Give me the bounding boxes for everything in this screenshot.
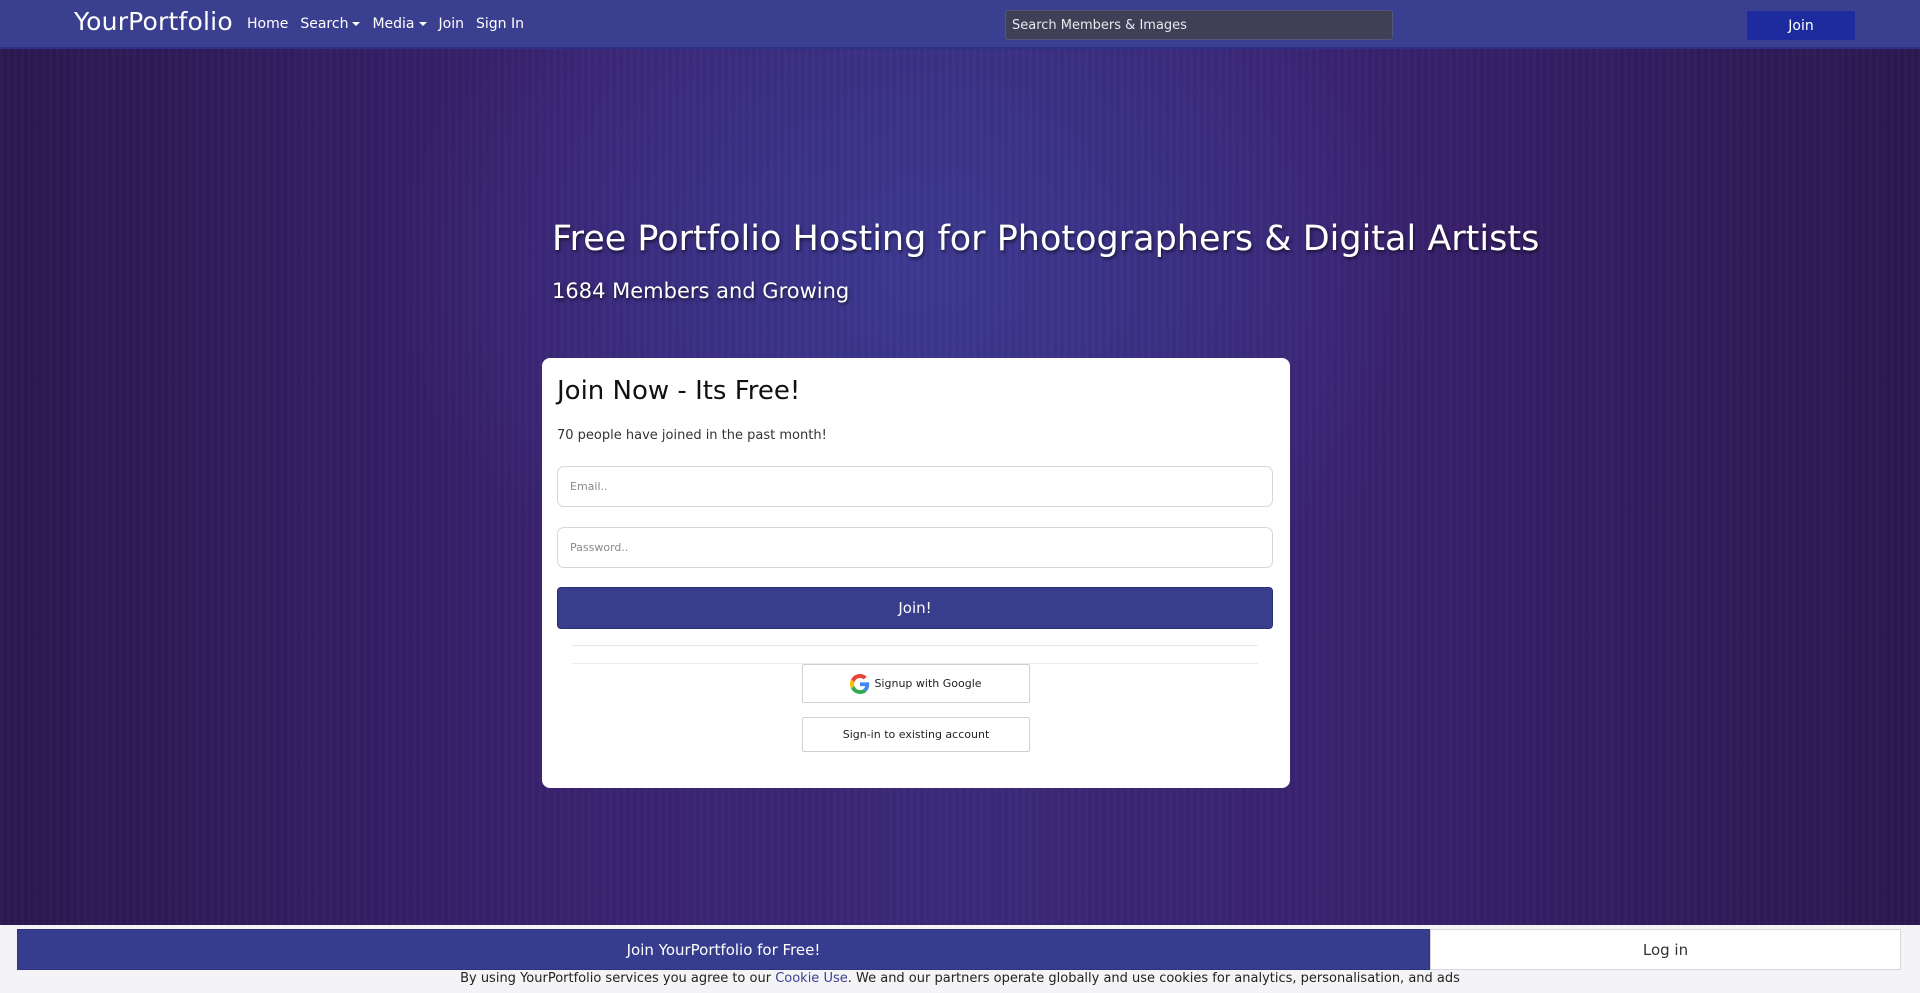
- cookie-prefix: By using YourPortfolio services you agre…: [460, 971, 776, 986]
- password-field[interactable]: [557, 527, 1273, 568]
- nav-join[interactable]: Join: [439, 16, 464, 32]
- bottom-login-button[interactable]: Log in: [1430, 929, 1901, 970]
- signin-existing-button[interactable]: Sign-in to existing account: [802, 717, 1030, 752]
- hero-subtitle: 1684 Members and Growing: [552, 279, 850, 303]
- nav-search-label: Search: [300, 16, 349, 32]
- nav-search-dropdown[interactable]: Search: [300, 16, 361, 32]
- nav-home[interactable]: Home: [247, 16, 288, 32]
- divider: [572, 645, 1258, 646]
- bottom-bar: Join YourPortfolio for Free! Log in By u…: [0, 925, 1920, 993]
- hero-title: Free Portfolio Hosting for Photographers…: [552, 219, 1540, 259]
- nav-home-label: Home: [247, 16, 289, 32]
- email-field[interactable]: [557, 466, 1273, 507]
- caret-down-icon: [352, 22, 361, 26]
- cookie-suffix: . We and our partners operate globally a…: [847, 971, 1460, 986]
- bottom-join-button[interactable]: Join YourPortfolio for Free!: [17, 929, 1430, 970]
- nav-media-dropdown[interactable]: Media: [372, 16, 427, 32]
- nav-media-label: Media: [372, 16, 415, 32]
- top-navbar: YourPortfolio Home Search Media Join Sig…: [0, 0, 1920, 49]
- signup-note: 70 people have joined in the past month!: [557, 428, 827, 443]
- signup-card: Join Now - Its Free! 70 people have join…: [542, 358, 1290, 788]
- google-signup-button[interactable]: Signup with Google: [802, 664, 1030, 703]
- nav-links: Home Search Media Join Sign In: [247, 16, 536, 32]
- nav-join-label: Join: [438, 16, 464, 32]
- nav-join-button[interactable]: Join: [1747, 11, 1855, 40]
- nav-sign-in[interactable]: Sign In: [476, 16, 524, 32]
- cookie-notice: By using YourPortfolio services you agre…: [0, 971, 1920, 986]
- nav-sign-in-label: Sign In: [475, 16, 524, 32]
- signup-title: Join Now - Its Free!: [557, 376, 801, 406]
- google-signup-label: Signup with Google: [874, 677, 982, 690]
- caret-down-icon: [418, 22, 427, 26]
- search-input[interactable]: [1005, 10, 1393, 40]
- google-icon: [850, 673, 870, 694]
- brand-logo[interactable]: YourPortfolio: [74, 7, 233, 36]
- join-submit-button[interactable]: Join!: [557, 587, 1273, 629]
- cookie-use-link[interactable]: Cookie Use: [775, 971, 848, 986]
